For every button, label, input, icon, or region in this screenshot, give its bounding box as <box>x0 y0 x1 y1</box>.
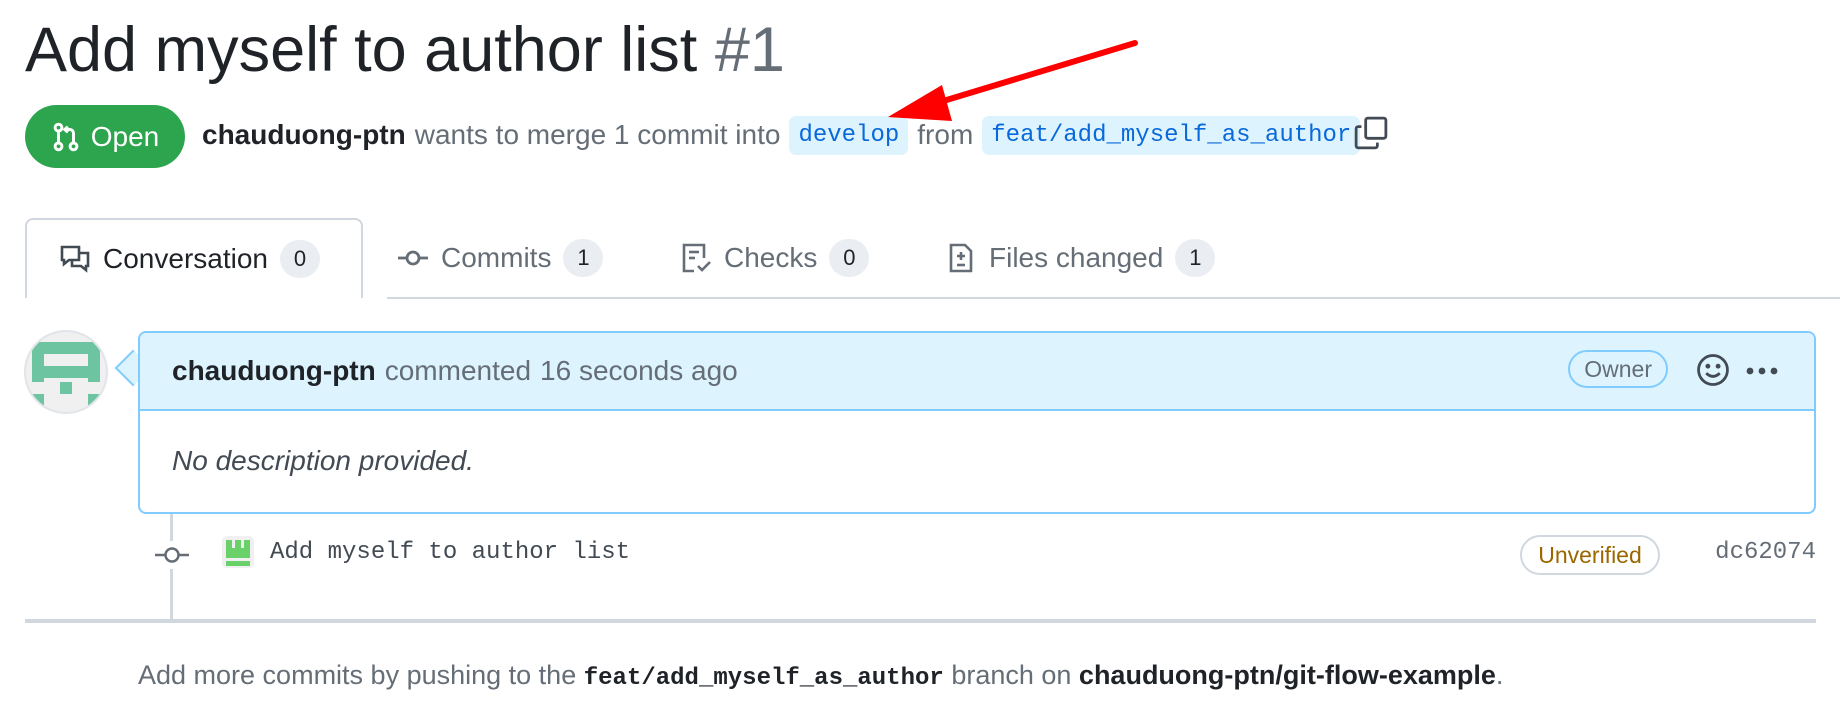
comment-discussion-icon <box>60 245 90 273</box>
git-commit-icon <box>398 250 428 266</box>
tab-conversation-label: Conversation <box>103 243 268 274</box>
tab-checks-count: 0 <box>829 239 870 277</box>
identicon-icon <box>32 342 100 406</box>
avatar[interactable] <box>24 330 108 414</box>
commit-sha-link[interactable]: dc62074 <box>1715 539 1816 566</box>
push-hint-repo-link[interactable]: chauduong-ptn/git-flow-example <box>1079 660 1496 690</box>
file-diff-icon <box>949 243 973 273</box>
pr-title: Add myself to author list #1 <box>25 10 785 90</box>
comment-header: chauduong-ptn commented 16 seconds ago O… <box>140 333 1814 411</box>
comment-box: chauduong-ptn commented 16 seconds ago O… <box>138 331 1816 514</box>
tab-checks-label: Checks <box>724 242 818 273</box>
tab-commits-label: Commits <box>441 242 552 273</box>
tab-commits-count: 1 <box>563 239 604 277</box>
comment-body: No description provided. <box>172 445 474 476</box>
push-hint-text-1: Add more commits by pushing to the <box>138 660 577 690</box>
timeline-divider <box>25 619 1816 623</box>
push-hint-text-2: branch on <box>951 660 1072 690</box>
git-pull-request-icon <box>53 122 79 151</box>
pr-author-link[interactable]: chauduong-ptn <box>202 119 406 151</box>
comment-author-link[interactable]: chauduong-ptn <box>172 355 376 387</box>
tab-conversation[interactable]: Conversation 0 <box>25 218 363 298</box>
tab-files-changed-label: Files changed <box>989 242 1164 273</box>
pr-number: #1 <box>714 15 785 85</box>
push-hint-period: . <box>1495 660 1504 690</box>
annotation-arrow-icon <box>888 40 1138 121</box>
pr-tabs: Conversation 0 Commits 1 Checks 0 Files … <box>25 218 1840 299</box>
smiley-icon[interactable] <box>1696 353 1730 387</box>
comment-action: commented <box>384 355 532 386</box>
tab-checks[interactable]: Checks 0 <box>680 218 870 298</box>
unverified-badge[interactable]: Unverified <box>1520 535 1660 575</box>
pr-state-label: Open <box>90 120 160 152</box>
push-hint: Add more commits by pushing to the feat/… <box>138 660 1503 692</box>
tab-conversation-count: 0 <box>279 240 320 278</box>
tab-commits[interactable]: Commits 1 <box>397 218 604 298</box>
push-hint-branch: feat/add_myself_as_author <box>583 665 944 692</box>
pr-meta: chauduong-ptn wants to merge 1 commit in… <box>202 114 1361 156</box>
git-commit-icon <box>155 541 189 569</box>
commit-author-avatar-icon[interactable] <box>220 534 256 570</box>
pr-merge-text: wants to merge 1 commit into <box>414 119 781 150</box>
commit-message-link[interactable]: Add myself to author list <box>270 539 630 566</box>
comment-time[interactable]: 16 seconds ago <box>540 355 738 387</box>
pr-state-badge: Open <box>25 105 185 168</box>
kebab-horizontal-icon[interactable] <box>1744 357 1780 385</box>
tab-files-changed[interactable]: Files changed 1 <box>945 218 1216 298</box>
checklist-icon <box>682 243 711 273</box>
copy-icon[interactable] <box>1354 116 1388 150</box>
pr-title-text: Add myself to author list <box>25 15 698 85</box>
tab-files-changed-count: 1 <box>1175 239 1216 277</box>
owner-badge: Owner <box>1568 350 1668 388</box>
